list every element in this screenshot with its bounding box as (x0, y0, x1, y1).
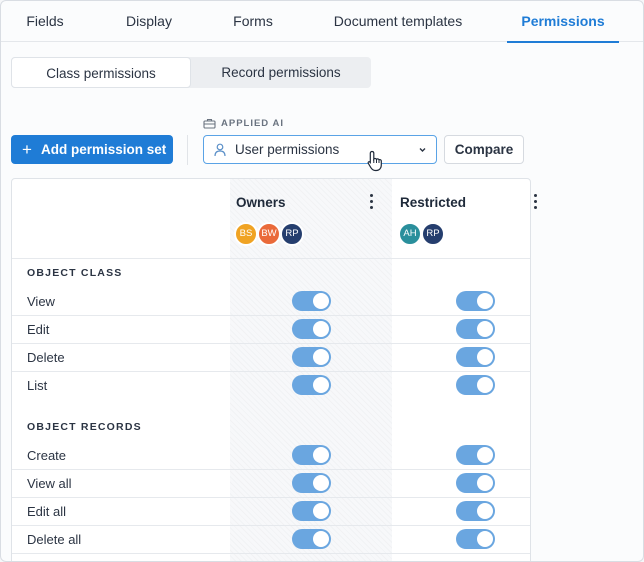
row-divider (12, 343, 530, 344)
row-label: Delete all (27, 532, 82, 547)
restricted-view-toggle[interactable] (456, 291, 495, 311)
compare-button[interactable]: Compare (444, 135, 524, 164)
tab-document-templates[interactable]: Document templates (323, 1, 473, 42)
applied-ai-text: APPLIED AI (221, 118, 284, 129)
restricted-delete-toggle[interactable] (456, 347, 495, 367)
class-permissions-button[interactable]: Class permissions (11, 57, 191, 88)
tab-display[interactable]: Display (113, 1, 185, 42)
row-divider (12, 469, 530, 470)
row-label: Edit (27, 322, 50, 337)
owners-list-toggle[interactable] (292, 375, 331, 395)
record-permissions-button[interactable]: Record permissions (191, 57, 371, 88)
chevron-down-icon (419, 148, 426, 152)
row-label: View all (27, 476, 72, 491)
avatar: RP (280, 222, 304, 246)
tab-permissions[interactable]: Permissions (507, 1, 619, 43)
header-divider (12, 258, 530, 259)
tab-forms[interactable]: Forms (221, 1, 285, 42)
restricted-view-all-toggle[interactable] (456, 473, 495, 493)
row-label: Edit all (27, 504, 67, 519)
owners-delete-all-toggle[interactable] (292, 529, 331, 549)
row-label: View (27, 294, 55, 309)
owners-view-toggle[interactable] (292, 291, 331, 311)
toolbar-divider (187, 135, 188, 165)
avatar: AH (398, 222, 422, 246)
owners-edit-all-toggle[interactable] (292, 501, 331, 521)
owners-view-all-toggle[interactable] (292, 473, 331, 493)
tab-fields[interactable]: Fields (13, 1, 77, 42)
restricted-delete-all-toggle[interactable] (456, 529, 495, 549)
row-divider (12, 315, 530, 316)
row-divider (12, 371, 530, 372)
row-label: Delete (27, 350, 65, 365)
permission-set-select[interactable]: User permissions (203, 135, 437, 164)
restricted-list-toggle[interactable] (456, 375, 495, 395)
user-icon (214, 143, 226, 157)
restricted-more-icon[interactable] (531, 193, 541, 211)
hand-cursor-icon (367, 150, 382, 172)
plus-icon: + (22, 140, 32, 159)
owners-edit-toggle[interactable] (292, 319, 331, 339)
row-divider (12, 497, 530, 498)
row-divider (12, 553, 530, 554)
restricted-column-title: Restricted (400, 195, 467, 210)
avatar: BW (257, 222, 281, 246)
restricted-edit-all-toggle[interactable] (456, 501, 495, 521)
add-permission-set-label: Add permission set (41, 142, 167, 157)
row-divider (12, 525, 530, 526)
section-title-object-class: OBJECT CLASS (27, 267, 123, 279)
avatar: RP (421, 222, 445, 246)
permission-type-switch: Class permissions Record permissions (11, 57, 371, 88)
section-title-object-records: OBJECT RECORDS (27, 421, 142, 433)
restricted-create-toggle[interactable] (456, 445, 495, 465)
row-label: Create (27, 448, 67, 463)
add-permission-set-button[interactable]: + Add permission set (11, 135, 173, 164)
row-label: List (27, 378, 48, 393)
select-value: User permissions (235, 142, 340, 157)
avatar: BS (234, 222, 258, 246)
owners-create-toggle[interactable] (292, 445, 331, 465)
briefcase-icon (203, 119, 216, 129)
owners-delete-toggle[interactable] (292, 347, 331, 367)
permissions-table: Owners BS BW RP Restricted AH RP OBJECT … (11, 178, 537, 561)
owners-more-icon[interactable] (367, 193, 377, 211)
tab-bar: Fields Display Forms Document templates … (1, 1, 643, 43)
restricted-edit-toggle[interactable] (456, 319, 495, 339)
permissions-panel: Fields Display Forms Document templates … (0, 0, 644, 562)
owners-column-title: Owners (236, 195, 286, 210)
